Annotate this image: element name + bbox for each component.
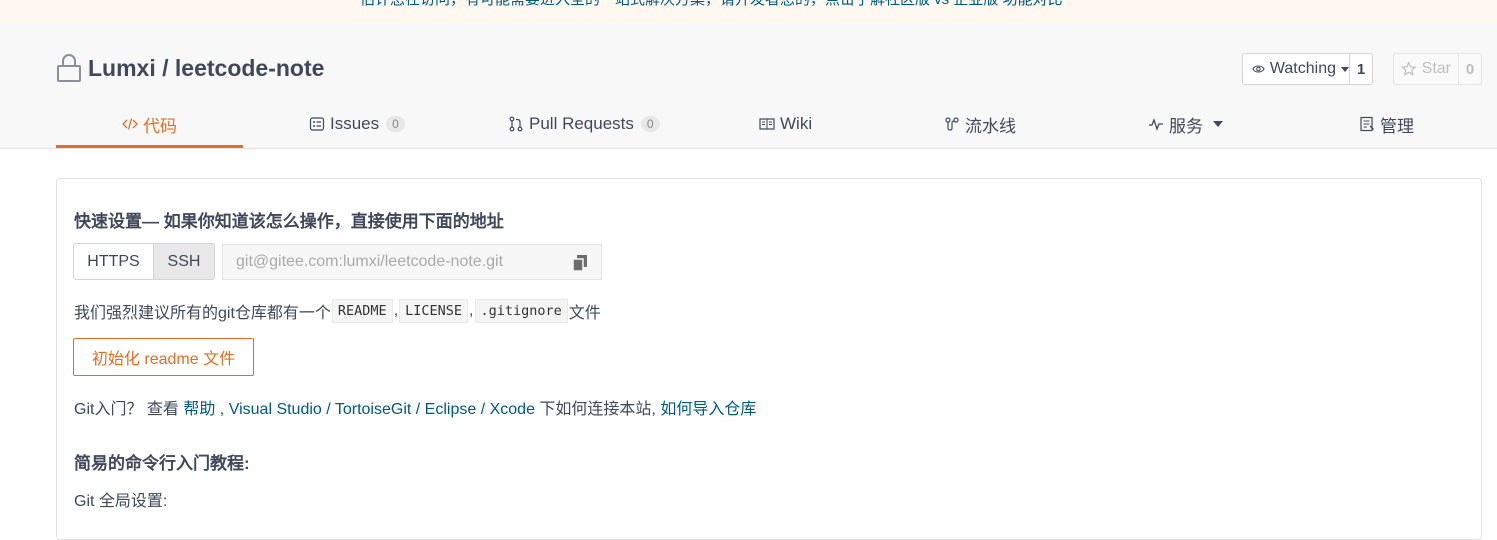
watch-button[interactable]: Watching (1242, 53, 1350, 85)
quick-setup-title: 快速设置— 如果你知道该怎么操作，直接使用下面的地址 (74, 212, 504, 231)
tab-issues-label: Issues (330, 114, 380, 133)
pull-requests-count-badge: 0 (640, 116, 660, 132)
tab-manage[interactable]: 管理 (1359, 100, 1414, 148)
separator: / (321, 401, 335, 418)
manage-icon (1360, 116, 1374, 132)
watch-label: Watching (1269, 60, 1336, 77)
recommendation-suffix: 文件 (568, 305, 601, 322)
separator: , (469, 302, 474, 319)
star-group: Star 0 (1393, 53, 1482, 85)
protocol-switch: HTTPS SSH (73, 243, 215, 280)
separator: / (476, 401, 490, 418)
license-code: LICENSE (399, 299, 469, 323)
repo-header: Lumxi / leetcode-note Watching 1 Star 0 … (0, 24, 1497, 149)
gitignore-code: .gitignore (474, 299, 568, 323)
help-link[interactable]: 帮助 (183, 401, 215, 418)
xcode-link[interactable]: Xcode (490, 401, 535, 418)
recommendation-text: 我们强烈建议所有的git仓库都有一个 README , LICENSE , .g… (74, 299, 601, 323)
tab-pipeline-label: 流水线 (965, 116, 1016, 136)
repo-title: Lumxi / leetcode-note (56, 52, 324, 84)
https-button[interactable]: HTTPS (73, 243, 154, 280)
tab-issues[interactable]: Issues 0 (309, 100, 405, 148)
eclipse-link[interactable]: Eclipse (425, 401, 477, 418)
eye-icon (1252, 65, 1265, 73)
separator: / (411, 401, 425, 418)
tab-manage-label: 管理 (1380, 116, 1414, 136)
watch-group: Watching 1 (1242, 53, 1373, 85)
readme-code: README (331, 299, 393, 323)
import-repo-link[interactable]: 如何导入仓库 (660, 401, 756, 418)
help-mid-text: 下如何连接本站, (534, 401, 661, 418)
star-button[interactable]: Star (1393, 53, 1459, 85)
active-tab-indicator (56, 145, 243, 148)
announcement-banner: 估计您在访问，有可能需要进入全的一站式解决方案，请开发者您的，点击了解社区版 v… (0, 0, 1497, 25)
chevron-down-icon (1341, 66, 1349, 72)
pipeline-icon (945, 117, 959, 131)
help-prefix: Git入门？ 查看 (74, 401, 184, 418)
tab-pull-requests-label: Pull Requests (529, 114, 634, 133)
tab-pull-requests[interactable]: Pull Requests 0 (508, 100, 660, 148)
pull-request-icon (509, 116, 523, 132)
issues-count-badge: 0 (386, 116, 405, 132)
cli-tutorial-title: 简易的命令行入门教程: (74, 454, 250, 473)
clone-url-field[interactable]: git@gitee.com:lumxi/leetcode-note.git (222, 244, 602, 280)
repo-name[interactable]: Lumxi / leetcode-note (88, 55, 324, 82)
code-icon (122, 118, 138, 130)
help-links: Git入门？ 查看 帮助 , Visual Studio / TortoiseG… (74, 395, 756, 419)
quick-setup-panel: 快速设置— 如果你知道该怎么操作，直接使用下面的地址 HTTPS SSH git… (56, 178, 1482, 540)
issues-icon (309, 117, 325, 131)
chevron-down-icon (1213, 121, 1223, 127)
pulse-icon (1149, 118, 1163, 131)
tab-pipeline[interactable]: 流水线 (944, 100, 1016, 148)
tab-code-label: 代码 (143, 116, 177, 136)
watch-count[interactable]: 1 (1350, 53, 1373, 85)
git-global-settings-label: Git 全局设置: (74, 493, 168, 510)
star-label: Star (1421, 60, 1451, 77)
clone-url-text: git@gitee.com:lumxi/leetcode-note.git (236, 253, 504, 270)
copy-icon[interactable] (572, 254, 588, 272)
tortoisegit-link[interactable]: TortoiseGit (335, 401, 411, 418)
separator: , (393, 302, 399, 319)
repo-tabs: 代码 Issues 0 Pull Requests 0 Wiki 流水线 服务 … (56, 100, 1496, 148)
visual-studio-link[interactable]: Visual Studio (229, 401, 322, 418)
tab-services[interactable]: 服务 (1148, 100, 1223, 148)
separator: , (215, 401, 229, 418)
tab-wiki[interactable]: Wiki (759, 100, 812, 148)
star-count[interactable]: 0 (1459, 53, 1482, 85)
tab-code[interactable]: 代码 (122, 100, 177, 148)
tab-services-label: 服务 (1169, 116, 1203, 136)
ssh-button[interactable]: SSH (154, 243, 215, 280)
lock-icon (57, 54, 81, 82)
star-icon (1401, 61, 1417, 76)
tab-wiki-label: Wiki (780, 114, 813, 133)
announcement-text: 估计您在访问，有可能需要进入全的一站式解决方案，请开发者您的，点击了解社区版 v… (360, 0, 1063, 9)
init-readme-button[interactable]: 初始化 readme 文件 (73, 338, 254, 376)
recommendation-prefix: 我们强烈建议所有的git仓库都有一个 (74, 305, 331, 322)
wiki-icon (759, 118, 775, 130)
